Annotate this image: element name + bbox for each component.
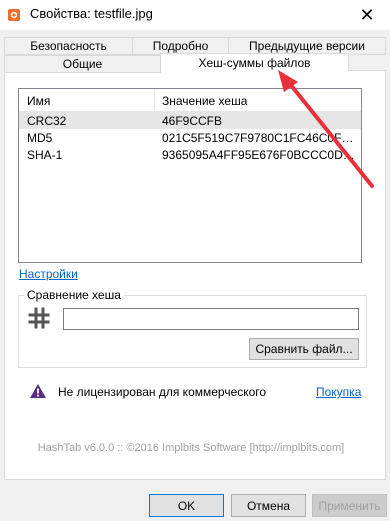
tab-label: Безопасность bbox=[30, 39, 107, 53]
hash-name: SHA-1 bbox=[27, 148, 63, 162]
hash-icon bbox=[28, 307, 50, 329]
hash-value: 46F9CCFB bbox=[162, 114, 223, 128]
hash-compare-input[interactable] bbox=[63, 308, 359, 330]
tab-security[interactable]: Безопасность bbox=[4, 37, 133, 55]
hash-name: CRC32 bbox=[27, 114, 67, 128]
tab-label: Хеш-суммы файлов bbox=[198, 55, 311, 70]
close-icon: ✕ bbox=[359, 4, 375, 25]
list-row[interactable]: MD5 021C5F519C7F9780C1FC46C0FE30FD... bbox=[19, 129, 361, 146]
ok-button[interactable]: OK bbox=[149, 494, 224, 517]
list-row[interactable]: SHA-1 9365095A4FF95E676F0BCCC0DD9C... bbox=[19, 146, 361, 163]
title-bar: Свойства: testfile.jpg ✕ bbox=[0, 0, 390, 30]
settings-link[interactable]: Настройки bbox=[19, 267, 78, 281]
column-divider[interactable] bbox=[154, 89, 155, 111]
column-header-value[interactable]: Значение хеша bbox=[162, 94, 247, 108]
button-label: Отмена bbox=[246, 498, 291, 513]
button-label: OK bbox=[177, 498, 196, 513]
license-notice: Не лицензирован для коммерческого bbox=[58, 385, 267, 399]
hash-list[interactable]: Имя Значение хеша CRC32 46F9CCFB MD5 021… bbox=[18, 88, 362, 263]
app-icon bbox=[8, 9, 20, 21]
about-text: HashTab v6.0.0 :: ©2016 Implbits Softwar… bbox=[37, 442, 345, 454]
close-button[interactable]: ✕ bbox=[344, 0, 390, 30]
compare-file-button[interactable]: Сравнить файл... bbox=[249, 338, 359, 360]
hash-name: MD5 bbox=[27, 131, 53, 145]
warning-icon bbox=[30, 384, 46, 398]
tab-file-hashes[interactable]: Хеш-суммы файлов bbox=[160, 53, 349, 71]
tab-label: Предыдущие версии bbox=[249, 39, 365, 53]
window-title: Свойства: testfile.jpg bbox=[30, 6, 153, 21]
tab-label: Общие bbox=[62, 57, 103, 71]
button-label: Сравнить файл... bbox=[255, 342, 353, 356]
tab-general[interactable]: Общие bbox=[4, 55, 161, 73]
button-label: Применить bbox=[318, 498, 381, 513]
cancel-button[interactable]: Отмена bbox=[231, 494, 306, 517]
column-header-name[interactable]: Имя bbox=[27, 94, 50, 108]
tab-label: Подробно bbox=[152, 39, 209, 53]
hash-value: 021C5F519C7F9780C1FC46C0FE30FD... bbox=[162, 131, 358, 145]
hash-value: 9365095A4FF95E676F0BCCC0DD9C... bbox=[162, 148, 358, 162]
apply-button[interactable]: Применить bbox=[312, 494, 387, 517]
list-header: Имя Значение хеша bbox=[19, 89, 361, 112]
list-row[interactable]: CRC32 46F9CCFB bbox=[19, 112, 361, 129]
buy-link[interactable]: Покупка bbox=[316, 385, 361, 399]
hash-compare-title: Сравнение хеша bbox=[24, 288, 124, 302]
